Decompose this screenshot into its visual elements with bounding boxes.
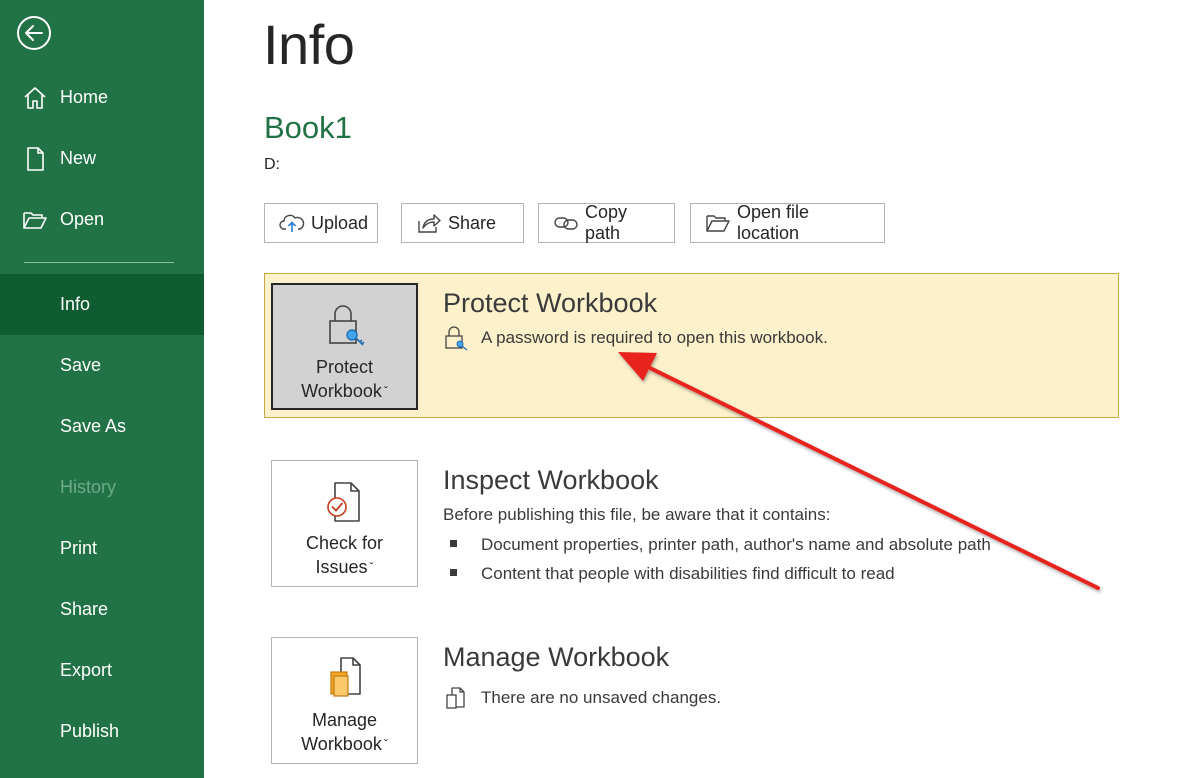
sidebar-item-label: Export xyxy=(60,660,113,680)
sidebar-item-label: History xyxy=(60,477,117,497)
inspect-tile-label-line1: Check for xyxy=(305,533,384,553)
share-label: Share xyxy=(448,212,497,233)
check-for-issues-button[interactable]: Check for Issues ˇ xyxy=(271,460,418,587)
back-arrow-icon xyxy=(17,16,51,50)
open-folder-icon xyxy=(22,207,48,233)
sidebar-item-history: History xyxy=(0,457,204,518)
inspect-workbook-title: Inspect Workbook xyxy=(443,465,659,495)
backstage-sidebar: Home New Open Info Save Save As History … xyxy=(0,0,204,778)
manage-tile-label-line2: Workbook xyxy=(301,734,382,754)
manage-workbook-button[interactable]: Manage Workbook ˇ xyxy=(271,637,418,764)
bullet-icon xyxy=(450,540,457,547)
manage-workbook-title: Manage Workbook xyxy=(443,642,670,672)
sidebar-item-label: Open xyxy=(60,209,105,229)
share-icon xyxy=(416,211,442,235)
new-document-icon xyxy=(22,146,48,172)
inspect-intro-text: Before publishing this file, be aware th… xyxy=(443,505,831,524)
chevron-down-icon: ˇ xyxy=(369,560,374,574)
sidebar-item-export[interactable]: Export xyxy=(0,640,204,701)
folder-icon xyxy=(705,211,731,235)
document-name: Book1 xyxy=(264,110,352,145)
sidebar-item-label: Save xyxy=(60,355,102,375)
sidebar-item-label: Save As xyxy=(60,416,127,436)
upload-label: Upload xyxy=(311,212,369,233)
protect-status-text: A password is required to open this work… xyxy=(481,328,828,347)
cloud-upload-icon xyxy=(279,211,305,235)
sidebar-item-save-as[interactable]: Save As xyxy=(0,396,204,457)
list-item: Content that people with disabilities fi… xyxy=(450,564,895,584)
list-item: Document properties, printer path, autho… xyxy=(450,535,991,555)
sidebar-item-home[interactable]: Home xyxy=(0,67,204,128)
inspect-bullet-text: Content that people with disabilities fi… xyxy=(481,564,895,583)
sidebar-item-label: Home xyxy=(60,87,109,107)
protect-tile-label-line2: Workbook xyxy=(301,381,382,401)
page-title: Info xyxy=(263,13,355,76)
sidebar-item-info[interactable]: Info xyxy=(0,274,204,335)
inspect-tile-label-line2: Issues xyxy=(315,557,368,577)
sidebar-divider xyxy=(24,262,174,263)
home-icon xyxy=(22,85,48,111)
open-file-location-label: Open file location xyxy=(737,202,810,243)
share-button[interactable]: Share xyxy=(401,203,524,243)
sidebar-item-new[interactable]: New xyxy=(0,128,204,189)
lock-key-icon xyxy=(323,301,367,349)
sidebar-item-print[interactable]: Print xyxy=(0,518,204,579)
check-document-icon xyxy=(323,477,367,525)
document-path: D: xyxy=(264,156,280,173)
sidebar-item-share[interactable]: Share xyxy=(0,579,204,640)
sidebar-item-label: Share xyxy=(60,599,109,619)
sidebar-item-label: Info xyxy=(60,294,91,314)
upload-button[interactable]: Upload xyxy=(264,203,378,243)
manage-document-icon xyxy=(323,654,367,702)
link-icon xyxy=(553,211,579,235)
back-button[interactable] xyxy=(16,15,52,51)
protect-workbook-title: Protect Workbook xyxy=(443,288,658,318)
open-file-location-button[interactable]: Open file location xyxy=(690,202,885,243)
sidebar-item-label: Print xyxy=(60,538,98,558)
copy-path-label: Copy path xyxy=(585,202,628,243)
bullet-icon xyxy=(450,569,457,576)
sidebar-item-publish[interactable]: Publish xyxy=(0,701,204,762)
copy-path-button[interactable]: Copy path xyxy=(538,202,675,243)
sidebar-item-open[interactable]: Open xyxy=(0,189,204,250)
protect-workbook-button[interactable]: Protect Workbook ˇ xyxy=(271,283,418,410)
inspect-bullet-text: Document properties, printer path, autho… xyxy=(481,535,991,554)
chevron-down-icon: ˇ xyxy=(383,384,388,398)
chevron-down-icon: ˇ xyxy=(383,737,388,751)
manage-tile-label-line1: Manage xyxy=(311,710,378,730)
sidebar-item-label: New xyxy=(60,148,97,168)
sidebar-item-label: Publish xyxy=(60,721,120,741)
sidebar-item-save[interactable]: Save xyxy=(0,335,204,396)
manage-status-text: There are no unsaved changes. xyxy=(481,688,722,707)
lock-key-small-icon xyxy=(443,325,469,351)
document-stack-icon xyxy=(443,685,469,711)
protect-tile-label-line1: Protect xyxy=(315,357,373,377)
